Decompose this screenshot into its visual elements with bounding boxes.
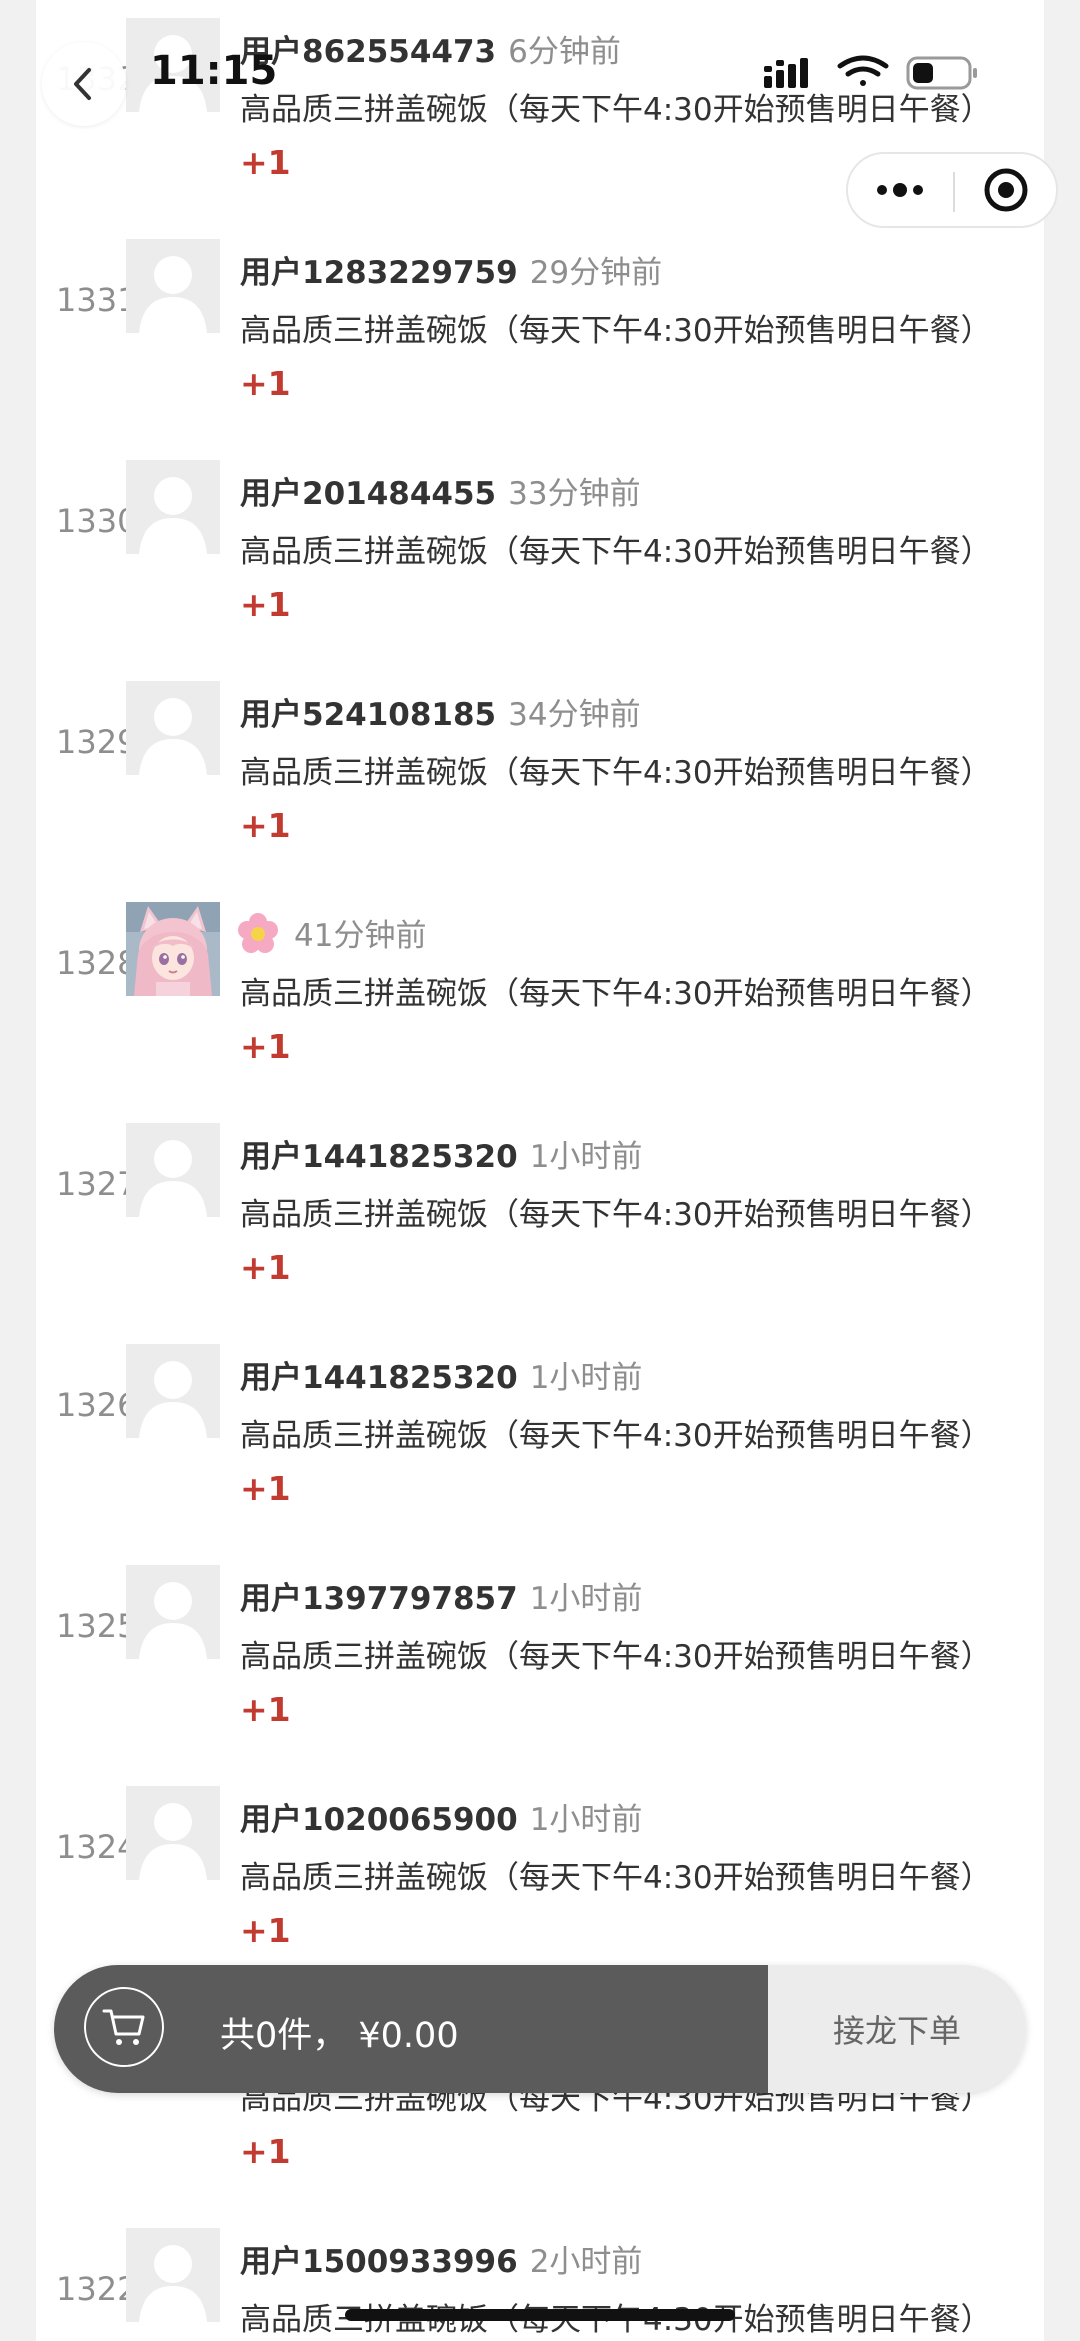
user-silhouette-icon (126, 1786, 220, 1880)
signal-icon (764, 58, 808, 88)
quantity: +1 (240, 1469, 291, 1508)
order-time: 34分钟前 (508, 697, 641, 733)
quantity: +1 (240, 143, 291, 182)
order-time: 29分钟前 (529, 255, 663, 291)
quantity: +1 (240, 1690, 291, 1729)
avatar[interactable] (126, 1565, 220, 1659)
quantity: +1 (240, 364, 291, 403)
user-name: 用户1283229759 29分钟前 (240, 247, 662, 292)
product-name: 高品质三拼盖碗饭（每天下午4:30开始预售明日午餐） (240, 1418, 992, 1454)
home-indicator (345, 2309, 735, 2321)
user-name: 用户1020065900 1小时前 (240, 1794, 642, 1839)
back-chevron-icon (74, 68, 91, 100)
cart-total: 共0件， ¥0.00 (220, 2016, 459, 2056)
user-name-text: 用户1500933996 (240, 2244, 518, 2280)
quantity: +1 (240, 2132, 291, 2171)
user-name-text: 用户1441825320 (240, 1360, 518, 1396)
product-name: 高品质三拼盖碗饭（每天下午4:30开始预售明日午餐） (240, 1860, 992, 1896)
status-time: 11:15 (150, 48, 278, 94)
user-name-text: 用户1020065900 (240, 1802, 518, 1838)
order-time: 33分钟前 (508, 476, 641, 512)
quantity: +1 (240, 585, 291, 624)
user-name-text: 用户1283229759 (240, 255, 518, 291)
avatar[interactable] (126, 1786, 220, 1880)
user-silhouette-icon (126, 239, 220, 333)
user-name: 用户524108185 34分钟前 (240, 689, 641, 734)
user-silhouette-icon (126, 460, 220, 554)
product-name: 高品质三拼盖碗饭（每天下午4:30开始预售明日午餐） (240, 1197, 992, 1233)
order-time: 1小时前 (529, 1581, 643, 1617)
wifi-icon (837, 55, 889, 86)
product-name: 高品质三拼盖碗饭（每天下午4:30开始预售明日午餐） (240, 313, 992, 349)
order-entry: 1331 用户1283229759 29分钟前 高品质三拼盖碗饭（每天下午4:30… (36, 237, 1044, 458)
quantity: +1 (240, 1911, 291, 1950)
order-entry: 1329 用户524108185 34分钟前 高品质三拼盖碗饭（每天下午4:30开… (36, 679, 1044, 900)
order-entry: 1327 用户1441825320 1小时前 高品质三拼盖碗饭（每天下午4:30开… (36, 1121, 1044, 1342)
order-entry: 1326 用户1441825320 1小时前 高品质三拼盖碗饭（每天下午4:30开… (36, 1342, 1044, 1563)
avatar[interactable] (126, 1344, 220, 1438)
user-name: 用户201484455 33分钟前 (240, 468, 641, 513)
order-entry: 1325 用户1397797857 1小时前 高品质三拼盖碗饭（每天下午4:30开… (36, 1563, 1044, 1784)
product-name: 高品质三拼盖碗饭（每天下午4:30开始预售明日午餐） (240, 755, 992, 791)
cart-icon (102, 2009, 145, 2045)
screen: 1332 用户8625544736分钟前 高品质三拼盖碗饭（每天下午4:30开始… (0, 0, 1080, 2341)
cart-bar: 共0件， ¥0.00 接龙下单 (54, 1965, 1026, 2093)
avatar[interactable] (126, 460, 220, 554)
anime-avatar-image (126, 902, 220, 996)
order-entry: 1330 用户201484455 33分钟前 高品质三拼盖碗饭（每天下午4:30开… (36, 458, 1044, 679)
user-name: 用户1441825320 1小时前 (240, 1352, 642, 1397)
more-button[interactable] (848, 154, 952, 226)
cart-button[interactable] (84, 1987, 164, 2067)
product-name: 高品质三拼盖碗饭（每天下午4:30开始预售明日午餐） (240, 534, 992, 570)
user-name-text: 用户1397797857 (240, 1581, 518, 1617)
order-time: 1小时前 (529, 1360, 643, 1396)
quantity: +1 (240, 1248, 291, 1287)
user-name-text: 用户201484455 (240, 476, 497, 512)
user-name: 用户862554473 6分钟前 (240, 26, 621, 71)
order-entry: 1328 41分钟前 高品质三拼盖碗饭（每天下午4:30开始预售明日午餐） +1 (36, 900, 1044, 1121)
order-time: 2小时前 (529, 2244, 643, 2280)
avatar[interactable] (126, 902, 220, 996)
product-name: 高品质三拼盖碗饭（每天下午4:30开始预售明日午餐） (240, 976, 992, 1012)
avatar[interactable] (126, 681, 220, 775)
close-button[interactable] (954, 154, 1058, 226)
avatar[interactable] (126, 2228, 220, 2322)
user-silhouette-icon (126, 681, 220, 775)
product-name: 高品质三拼盖碗饭（每天下午4:30开始预售明日午餐） (240, 1639, 992, 1675)
user-name-text: 用户862554473 (240, 34, 497, 70)
avatar[interactable] (126, 239, 220, 333)
user-name: 用户1397797857 1小时前 (240, 1573, 642, 1618)
user-silhouette-icon (126, 1123, 220, 1217)
close-target-icon (984, 168, 1028, 212)
order-time: 1小时前 (529, 1802, 643, 1838)
more-dots-icon (877, 183, 923, 197)
order-time: 6分钟前 (508, 34, 621, 70)
quantity: +1 (240, 1027, 291, 1066)
back-button[interactable] (42, 42, 126, 126)
checkout-button[interactable]: 接龙下单 (768, 1965, 1026, 2093)
order-entry: 1322 用户15009339962小时前 高品质三拼盖碗饭（每天下午4:30开… (36, 2226, 1044, 2341)
quantity: +1 (240, 806, 291, 845)
avatar[interactable] (126, 1123, 220, 1217)
status-icons (764, 55, 977, 90)
user-silhouette-icon (126, 2228, 220, 2322)
user-name: 用户1441825320 1小时前 (240, 1131, 642, 1176)
user-silhouette-icon (126, 1565, 220, 1659)
miniprogram-capsule (846, 152, 1058, 228)
user-name-text: 用户1441825320 (240, 1139, 518, 1175)
user-silhouette-icon (126, 1344, 220, 1438)
user-name-text: 用户524108185 (240, 697, 497, 733)
flower-emoji-icon (238, 913, 278, 953)
order-time: 1小时前 (529, 1139, 643, 1175)
battery-icon (906, 56, 977, 90)
cart-summary-area[interactable]: 共0件， ¥0.00 (54, 1965, 768, 2093)
order-time: 41分钟前 (294, 918, 427, 954)
user-name: 用户1500933996 2小时前 (240, 2236, 642, 2281)
